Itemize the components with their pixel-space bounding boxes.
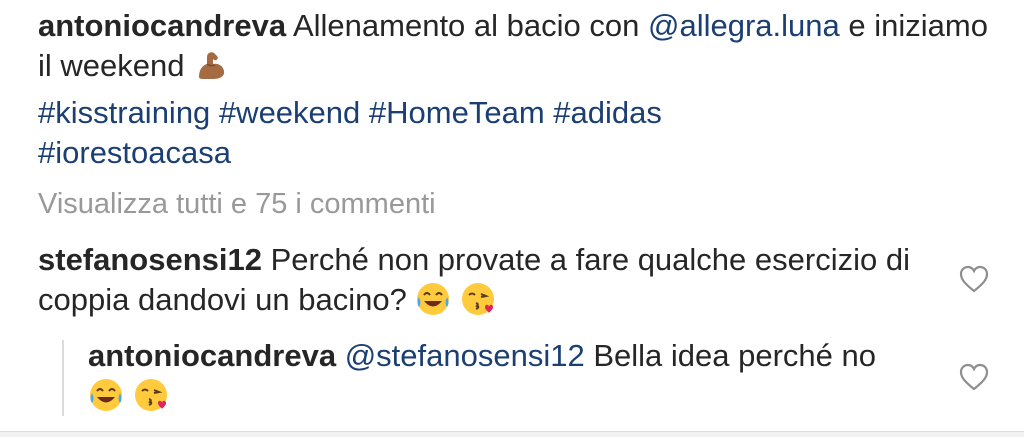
like-heart-icon[interactable] xyxy=(958,264,990,294)
hashtag-iorestoacasa[interactable]: #iorestoacasa xyxy=(38,135,231,170)
like-heart-icon[interactable] xyxy=(958,362,990,392)
hashtag-kisstraining[interactable]: #kisstraining xyxy=(38,95,210,130)
comment-username[interactable]: stefanosensi12 xyxy=(38,242,262,277)
reply-username[interactable]: antoniocandreva xyxy=(88,338,336,373)
reply-mention[interactable]: @stefanosensi12 xyxy=(345,338,585,373)
reply-text: Bella idea perché no xyxy=(593,338,876,373)
hashtag-weekend[interactable]: #weekend xyxy=(219,95,360,130)
post-caption: antoniocandreva Allenamento al bacio con… xyxy=(38,6,988,173)
hashtag-adidas[interactable]: #adidas xyxy=(553,95,662,130)
caption-username[interactable]: antoniocandreva xyxy=(38,8,286,43)
comment-item: stefanosensi12 Perché non provate a fare… xyxy=(38,240,918,327)
caption-mention[interactable]: @allegra.luna xyxy=(648,8,840,43)
reply-item: antoniocandreva @stefanosensi12 Bella id… xyxy=(88,336,918,423)
face-blowing-kiss-icon xyxy=(133,377,169,423)
view-all-comments-link[interactable]: Visualizza tutti e 75 i commenti xyxy=(38,184,436,224)
face-with-tears-of-joy-icon xyxy=(415,281,451,327)
face-blowing-kiss-icon xyxy=(460,281,496,327)
bottom-bar xyxy=(0,432,1024,437)
hashtag-hometeam[interactable]: #HomeTeam xyxy=(369,95,545,130)
reply-thread-line xyxy=(62,340,64,416)
caption-text: Allenamento al bacio con xyxy=(292,8,640,43)
face-with-tears-of-joy-icon xyxy=(88,377,124,423)
flexed-biceps-icon xyxy=(193,47,229,93)
